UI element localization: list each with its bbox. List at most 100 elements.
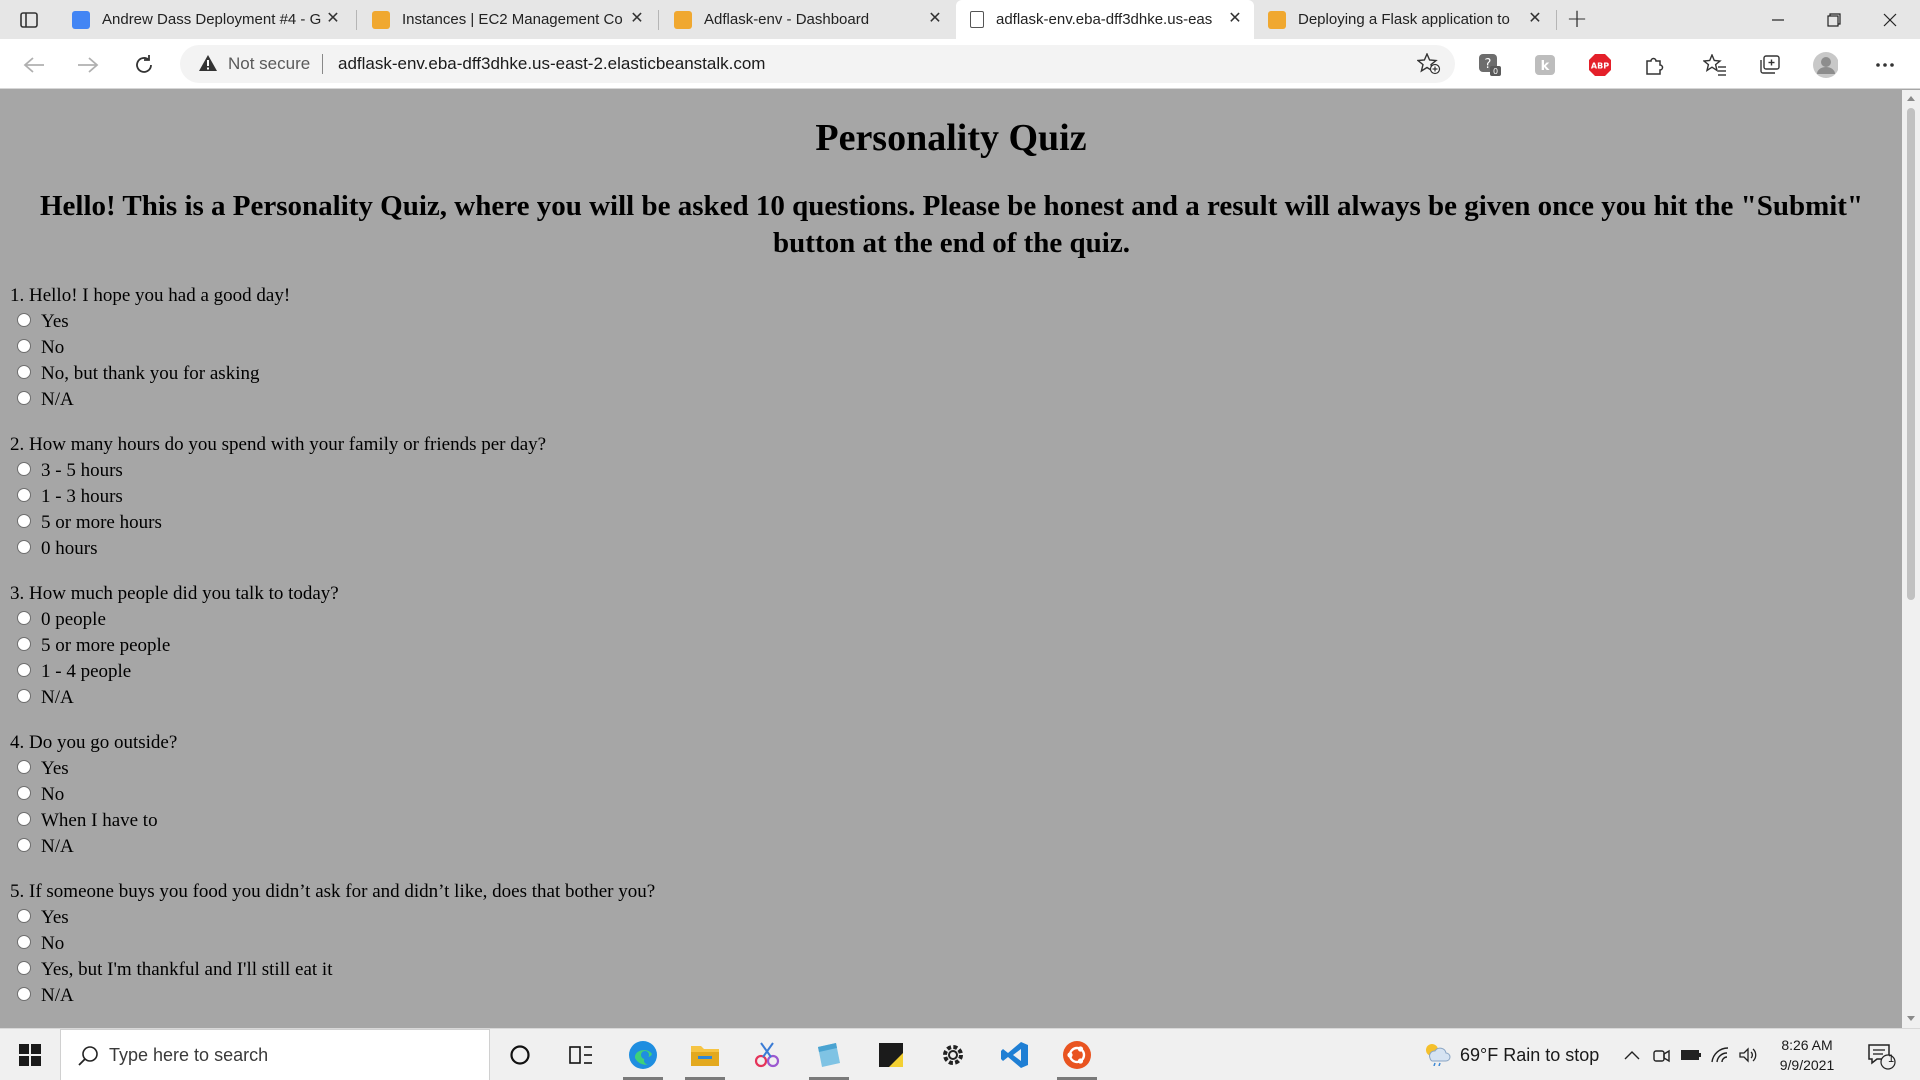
page-scrollbar[interactable] bbox=[1902, 90, 1920, 1028]
radio-button[interactable] bbox=[17, 365, 31, 379]
vscode-icon[interactable] bbox=[989, 1033, 1041, 1077]
answer-option[interactable]: No bbox=[10, 782, 1890, 808]
tab-adflask-dashboard[interactable]: Adflask-env - Dashboard ✕ bbox=[662, 0, 954, 39]
close-tab-icon[interactable]: ✕ bbox=[1226, 10, 1244, 28]
answer-option[interactable]: Yes, but I'm thankful and I'll still eat… bbox=[10, 957, 1890, 983]
security-label[interactable]: Not secure bbox=[228, 54, 310, 74]
profile-avatar-icon[interactable] bbox=[1812, 52, 1838, 78]
answer-option[interactable]: When I have to bbox=[10, 808, 1890, 834]
radio-button[interactable] bbox=[17, 689, 31, 703]
extensions-puzzle-icon[interactable] bbox=[1641, 52, 1667, 78]
forward-button[interactable] bbox=[74, 51, 102, 79]
close-window-button[interactable] bbox=[1860, 0, 1920, 39]
snipping-tool-icon[interactable] bbox=[741, 1033, 793, 1077]
back-button[interactable] bbox=[20, 51, 48, 79]
tab-actions-icon[interactable] bbox=[18, 9, 40, 31]
ubuntu-icon[interactable] bbox=[1051, 1033, 1103, 1080]
sticky-notes-icon[interactable] bbox=[865, 1033, 917, 1077]
option-label: No, but thank you for asking bbox=[41, 363, 260, 384]
add-favorite-icon[interactable] bbox=[1416, 52, 1441, 79]
answer-option[interactable]: No, but thank you for asking bbox=[10, 361, 1890, 387]
answer-option[interactable]: 5 or more hours bbox=[10, 510, 1890, 536]
radio-button[interactable] bbox=[17, 786, 31, 800]
radio-button[interactable] bbox=[17, 663, 31, 677]
collections-icon[interactable] bbox=[1757, 52, 1783, 78]
minimize-button[interactable] bbox=[1748, 0, 1808, 39]
answer-option[interactable]: No bbox=[10, 931, 1890, 957]
option-label: 5 or more hours bbox=[41, 512, 162, 533]
radio-button[interactable] bbox=[17, 812, 31, 826]
answer-option[interactable]: N/A bbox=[10, 685, 1890, 711]
edge-browser-icon[interactable] bbox=[617, 1033, 669, 1080]
radio-button[interactable] bbox=[17, 339, 31, 353]
refresh-button[interactable] bbox=[130, 51, 158, 79]
volume-icon[interactable] bbox=[1738, 1029, 1758, 1080]
start-button[interactable] bbox=[0, 1029, 60, 1080]
answer-option[interactable]: Yes bbox=[10, 905, 1890, 931]
battery-icon[interactable] bbox=[1680, 1029, 1702, 1080]
cortana-icon[interactable] bbox=[494, 1033, 546, 1077]
tab-separator bbox=[1556, 10, 1557, 30]
url-text[interactable]: adflask-env.eba-dff3dhke.us-east-2.elast… bbox=[338, 54, 765, 74]
radio-button[interactable] bbox=[17, 540, 31, 554]
system-clock[interactable]: 8:26 AM 9/9/2021 bbox=[1772, 1035, 1842, 1075]
file-explorer-icon[interactable] bbox=[679, 1033, 731, 1080]
answer-option[interactable]: Yes bbox=[10, 309, 1890, 335]
question-2: 2. How many hours do you spend with your… bbox=[10, 432, 1890, 562]
answer-option[interactable]: 0 people bbox=[10, 607, 1890, 633]
answer-option[interactable]: 0 hours bbox=[10, 536, 1890, 562]
tab-adflask-env-active[interactable]: adflask-env.eba-dff3dhke.us-eas ✕ bbox=[956, 0, 1254, 39]
favorites-icon[interactable] bbox=[1702, 52, 1728, 78]
tab-label: Andrew Dass Deployment #4 - G bbox=[102, 11, 322, 28]
notification-center-icon[interactable]: 1 bbox=[1866, 1029, 1896, 1080]
radio-button[interactable] bbox=[17, 987, 31, 1001]
scroll-down-arrow[interactable] bbox=[1907, 1016, 1915, 1021]
radio-button[interactable] bbox=[17, 313, 31, 327]
close-tab-icon[interactable]: ✕ bbox=[628, 10, 646, 28]
answer-option[interactable]: 1 - 4 people bbox=[10, 659, 1890, 685]
close-tab-icon[interactable]: ✕ bbox=[1526, 10, 1544, 28]
answer-option[interactable]: N/A bbox=[10, 983, 1890, 1009]
radio-button[interactable] bbox=[17, 637, 31, 651]
new-tab-button[interactable]: + bbox=[1564, 6, 1590, 32]
k-extension-icon[interactable]: k bbox=[1532, 52, 1558, 78]
weather-widget[interactable]: 69°F Rain to stop bbox=[1422, 1029, 1599, 1080]
meet-now-icon[interactable] bbox=[1652, 1029, 1670, 1080]
more-options-icon[interactable] bbox=[1872, 52, 1898, 78]
radio-button[interactable] bbox=[17, 611, 31, 625]
radio-button[interactable] bbox=[17, 909, 31, 923]
answer-option[interactable]: N/A bbox=[10, 834, 1890, 860]
close-tab-icon[interactable]: ✕ bbox=[926, 10, 944, 28]
answer-option[interactable]: 5 or more people bbox=[10, 633, 1890, 659]
scroll-up-arrow[interactable] bbox=[1907, 96, 1915, 101]
settings-gear-icon[interactable] bbox=[927, 1033, 979, 1077]
task-view-icon[interactable] bbox=[555, 1033, 607, 1077]
radio-button[interactable] bbox=[17, 488, 31, 502]
radio-button[interactable] bbox=[17, 838, 31, 852]
radio-button[interactable] bbox=[17, 462, 31, 476]
show-hidden-icons-chevron[interactable] bbox=[1624, 1029, 1640, 1080]
adblock-plus-icon[interactable]: ABP bbox=[1587, 52, 1613, 78]
taskbar-search-box[interactable]: Type here to search bbox=[60, 1029, 490, 1080]
notepad-app-icon[interactable] bbox=[803, 1033, 855, 1080]
wifi-icon[interactable] bbox=[1710, 1029, 1730, 1080]
tab-deploying-flask[interactable]: Deploying a Flask application to ✕ bbox=[1256, 0, 1554, 39]
answer-option[interactable]: N/A bbox=[10, 387, 1890, 413]
answer-option[interactable]: No bbox=[10, 335, 1890, 361]
help-extension-icon[interactable]: ? 0 bbox=[1477, 52, 1503, 78]
address-bar[interactable]: Not secure adflask-env.eba-dff3dhke.us-e… bbox=[180, 45, 1455, 83]
tab-ec2-instances[interactable]: Instances | EC2 Management Co ✕ bbox=[360, 0, 656, 39]
tab-google-docs[interactable]: Andrew Dass Deployment #4 - G ✕ bbox=[60, 0, 352, 39]
radio-button[interactable] bbox=[17, 935, 31, 949]
warning-icon[interactable] bbox=[198, 54, 218, 76]
scrollbar-thumb[interactable] bbox=[1907, 108, 1915, 600]
radio-button[interactable] bbox=[17, 514, 31, 528]
close-tab-icon[interactable]: ✕ bbox=[324, 10, 342, 28]
answer-option[interactable]: Yes bbox=[10, 756, 1890, 782]
answer-option[interactable]: 1 - 3 hours bbox=[10, 484, 1890, 510]
answer-option[interactable]: 3 - 5 hours bbox=[10, 458, 1890, 484]
restore-button[interactable] bbox=[1804, 0, 1864, 39]
radio-button[interactable] bbox=[17, 760, 31, 774]
radio-button[interactable] bbox=[17, 961, 31, 975]
radio-button[interactable] bbox=[17, 391, 31, 405]
